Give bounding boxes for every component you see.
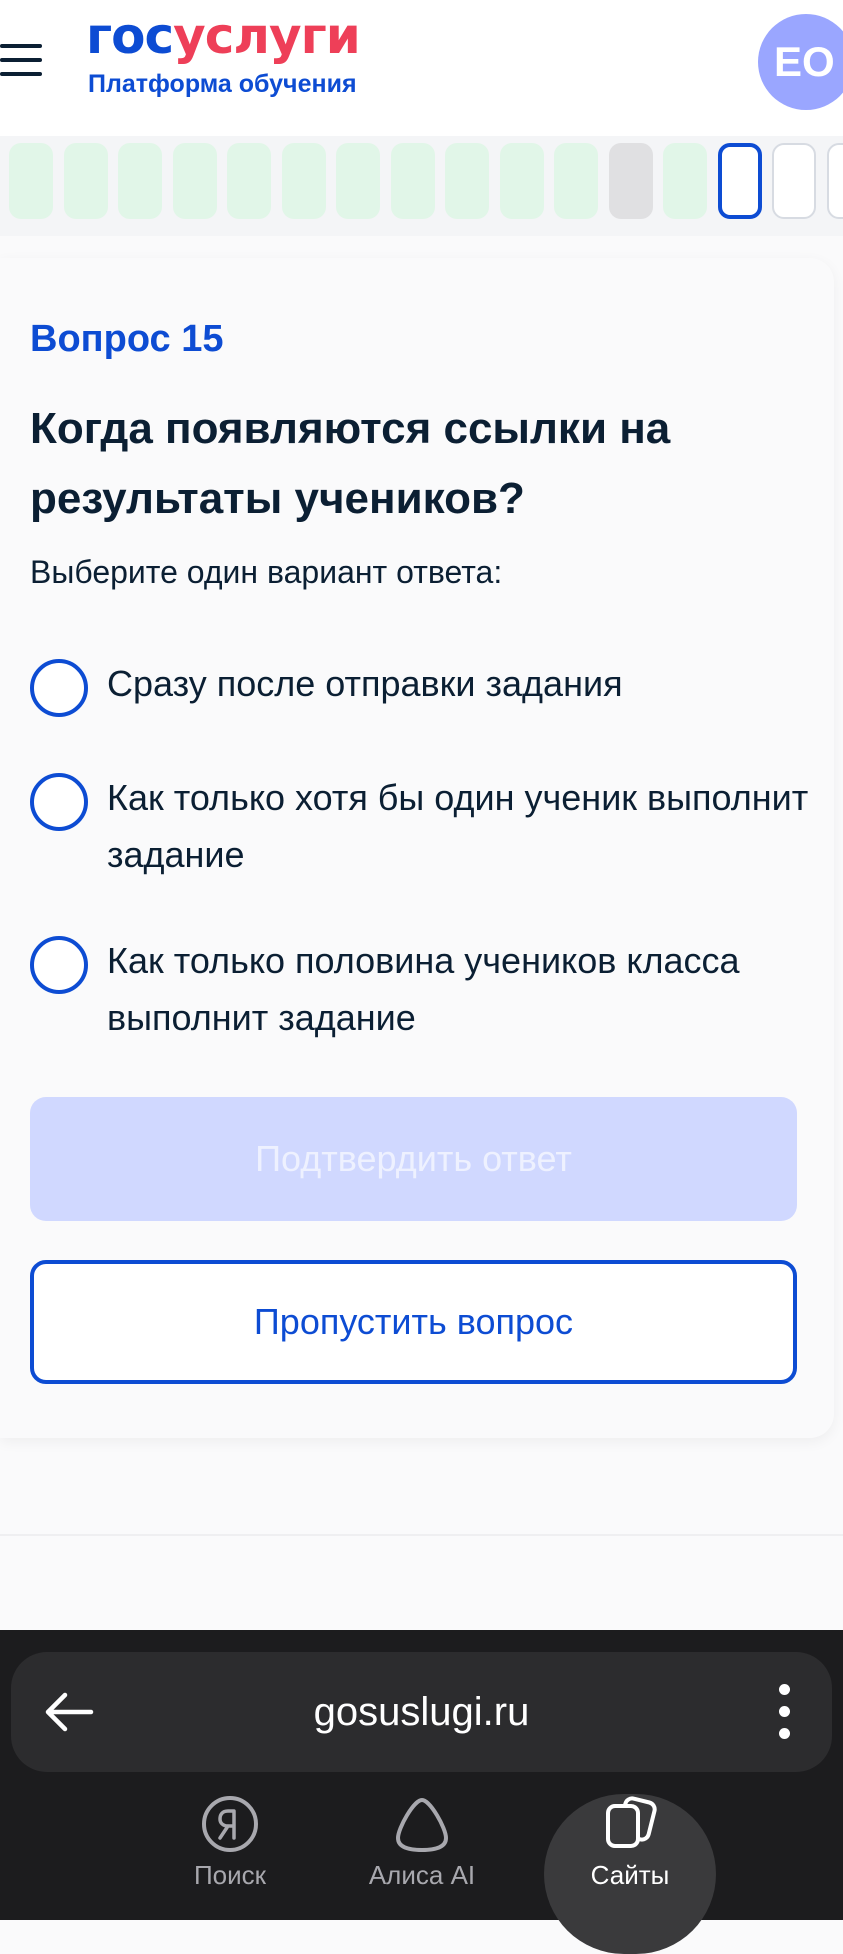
question-title: Когда появляются ссылки на результаты уч… <box>30 394 790 534</box>
back-arrow-icon[interactable] <box>41 1684 97 1740</box>
tab-label: Сайты <box>591 1860 670 1891</box>
radio-button[interactable] <box>30 659 88 717</box>
progress-cell-14[interactable] <box>718 143 762 219</box>
sites-icon <box>598 1794 662 1854</box>
answer-option-label: Как только хотя бы один ученик выполнит … <box>107 769 827 883</box>
answer-hint: Выберите один вариант ответа: <box>30 554 502 591</box>
progress-cell-16[interactable] <box>827 143 843 219</box>
question-card: Вопрос 15 Когда появляются ссылки на рез… <box>0 258 834 1438</box>
gosuslugi-logo[interactable]: госуслуги Платформа обучения <box>86 6 360 99</box>
answer-option-2[interactable]: Как только хотя бы один ученик выполнит … <box>30 769 820 889</box>
question-progress-bar <box>0 136 843 236</box>
progress-cell-12[interactable] <box>609 143 653 219</box>
progress-cell-8[interactable] <box>391 143 435 219</box>
divider <box>0 1534 843 1536</box>
confirm-answer-button[interactable]: Подтвердить ответ <box>30 1097 797 1221</box>
tab-label: Алиса AI <box>369 1860 475 1891</box>
progress-cell-3[interactable] <box>118 143 162 219</box>
logo-subtitle: Платформа обучения <box>88 70 360 99</box>
alice-icon <box>390 1794 454 1854</box>
question-number: Вопрос 15 <box>30 318 224 361</box>
progress-cell-6[interactable] <box>282 143 326 219</box>
radio-button[interactable] <box>30 936 88 994</box>
more-options-icon[interactable] <box>771 1684 799 1740</box>
skip-question-button[interactable]: Пропустить вопрос <box>30 1260 797 1384</box>
answer-option-label: Сразу после отправки задания <box>107 655 827 712</box>
tab-search[interactable]: Поиск <box>170 1794 290 1920</box>
progress-cell-11[interactable] <box>554 143 598 219</box>
user-avatar[interactable]: ЕО <box>758 14 843 110</box>
url-text[interactable]: gosuslugi.ru <box>11 1652 832 1772</box>
yandex-search-icon <box>200 1794 260 1854</box>
answer-option-3[interactable]: Как только половина учеников класса выпо… <box>30 932 820 1052</box>
answer-option-label: Как только половина учеников класса выпо… <box>107 932 827 1046</box>
progress-cell-4[interactable] <box>173 143 217 219</box>
browser-bottom-bar: gosuslugi.ru Поиск Алиса AI Сайты <box>0 1630 843 1920</box>
progress-cell-9[interactable] <box>445 143 489 219</box>
tab-sites[interactable]: Сайты <box>570 1794 690 1920</box>
progress-cell-2[interactable] <box>64 143 108 219</box>
progress-cell-5[interactable] <box>227 143 271 219</box>
logo-wordmark: госуслуги <box>86 6 360 66</box>
tab-alice[interactable]: Алиса AI <box>362 1794 482 1920</box>
address-bar[interactable]: gosuslugi.ru <box>11 1652 832 1772</box>
menu-icon[interactable] <box>0 44 42 78</box>
progress-cell-13[interactable] <box>663 143 707 219</box>
progress-cell-7[interactable] <box>336 143 380 219</box>
tab-label: Поиск <box>194 1860 266 1891</box>
progress-cell-15[interactable] <box>772 143 816 219</box>
app-header: госуслуги Платформа обучения ЕО <box>0 0 843 136</box>
radio-button[interactable] <box>30 773 88 831</box>
progress-cell-10[interactable] <box>500 143 544 219</box>
progress-cell-1[interactable] <box>9 143 53 219</box>
answer-option-1[interactable]: Сразу после отправки задания <box>30 655 820 725</box>
